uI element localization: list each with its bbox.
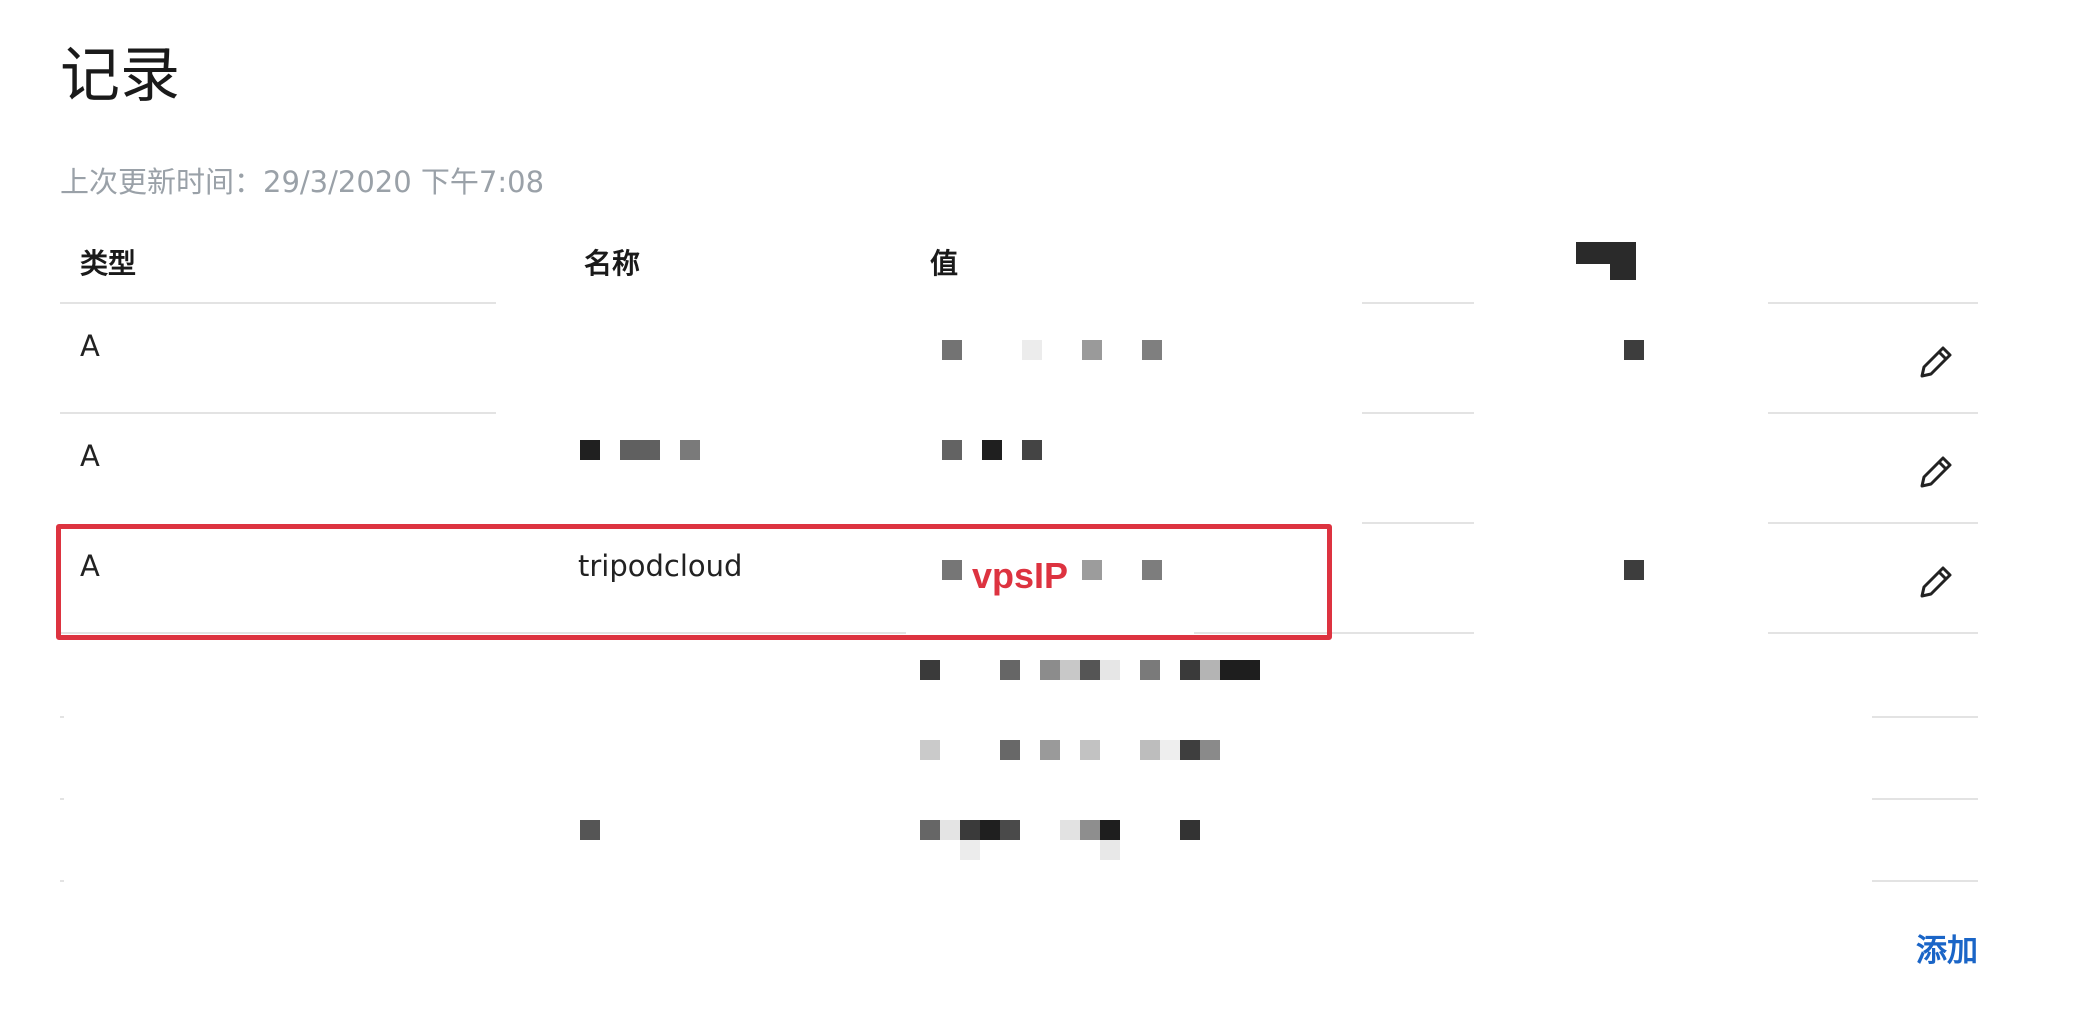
pencil-icon: [1920, 456, 1952, 488]
annotation-highlight-box: [56, 524, 1332, 640]
pencil-icon: [1920, 566, 1952, 598]
annotation-label: vpsIP: [972, 555, 1069, 596]
add-record-link[interactable]: 添加: [1916, 930, 1978, 972]
edit-record-button[interactable]: [1916, 562, 1956, 602]
column-header-type: 类型: [80, 247, 137, 280]
pencil-icon: [1920, 346, 1952, 378]
redacted-ttl: [1624, 560, 1644, 580]
record-type: A: [80, 439, 100, 473]
page-title: 记录: [60, 41, 180, 111]
redacted-ttl: [1624, 340, 1644, 360]
edit-record-button[interactable]: [1916, 452, 1956, 492]
column-header-value: 值: [930, 247, 959, 280]
redacted-name: [580, 820, 600, 840]
column-header-name: 名称: [584, 247, 641, 280]
edit-record-button[interactable]: [1916, 342, 1956, 382]
record-type: A: [80, 329, 100, 363]
last-updated-text: 上次更新时间：29/3/2020 下午7:08: [60, 165, 545, 199]
